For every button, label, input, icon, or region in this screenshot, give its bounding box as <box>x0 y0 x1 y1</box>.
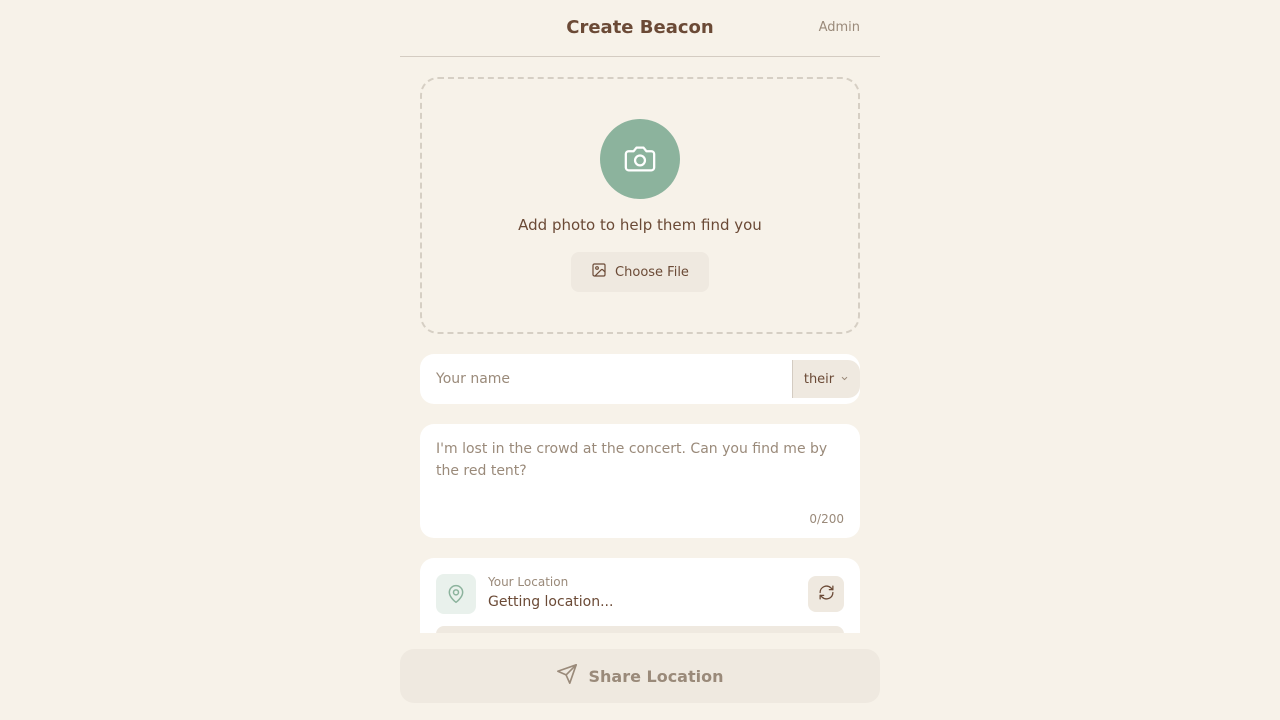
photo-upload-area[interactable]: Add photo to help them find you Choose F… <box>420 77 860 334</box>
map-pin-icon <box>436 574 476 614</box>
main-content: Add photo to help them find you Choose F… <box>420 57 860 633</box>
share-location-label: Share Location <box>588 666 724 686</box>
camera-icon[interactable] <box>600 119 680 199</box>
send-icon <box>556 663 578 689</box>
location-card: Your Location Getting location... <box>420 558 860 633</box>
app-root: Create Beacon Admin Add photo to help th… <box>400 0 880 720</box>
char-counter: 0/200 <box>809 512 844 526</box>
image-icon <box>591 262 607 282</box>
photo-prompt: Add photo to help them find you <box>518 216 762 234</box>
page-title: Create Beacon <box>566 17 714 38</box>
name-input[interactable] <box>420 354 792 404</box>
location-value: Getting location... <box>488 594 614 610</box>
message-box: 0/200 <box>420 424 860 538</box>
name-row: their <box>420 354 860 404</box>
location-label: Your Location <box>488 575 569 589</box>
header: Create Beacon Admin <box>400 0 880 57</box>
refresh-icon <box>818 584 835 604</box>
choose-file-button[interactable]: Choose File <box>571 252 709 292</box>
share-location-button[interactable]: Share Location <box>400 649 880 703</box>
pronoun-value: their <box>803 371 835 387</box>
pronoun-select[interactable]: their <box>792 360 860 398</box>
admin-button[interactable]: Admin <box>819 20 860 35</box>
refresh-location-button[interactable] <box>808 576 844 612</box>
location-map-preview <box>436 626 844 633</box>
message-input[interactable] <box>420 424 860 504</box>
choose-file-label: Choose File <box>615 264 689 280</box>
chevron-down-icon <box>840 372 849 387</box>
